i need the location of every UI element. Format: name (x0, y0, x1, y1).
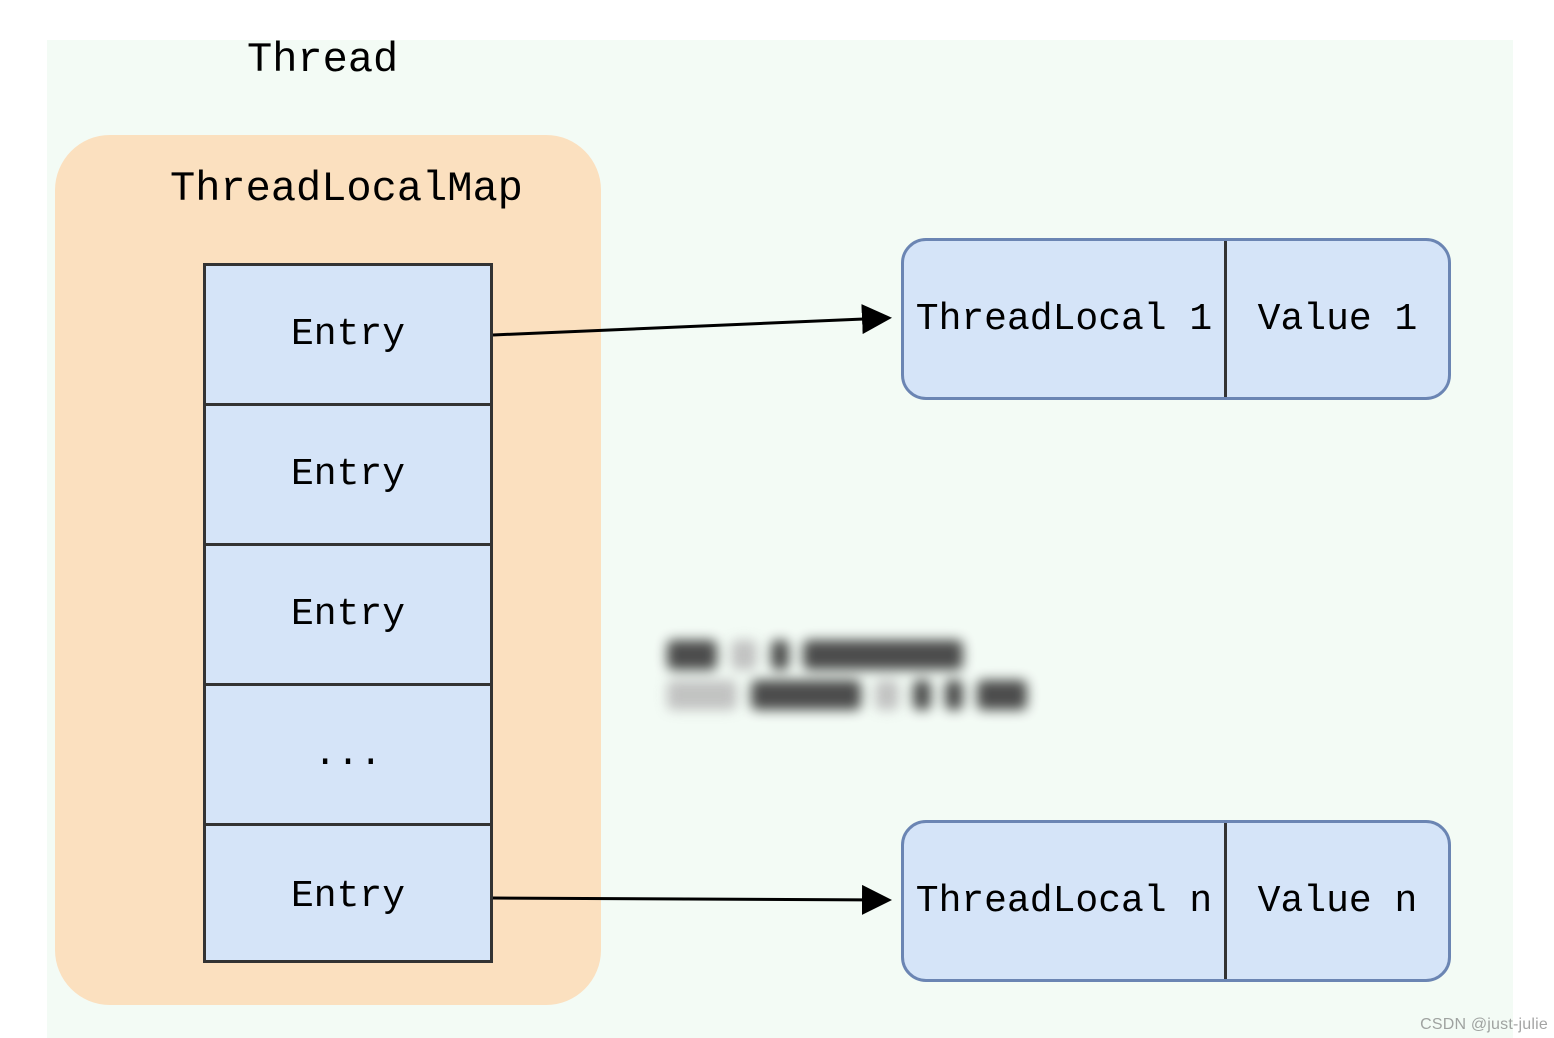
kv-pair: ThreadLocal n Value n (901, 820, 1451, 982)
entry-cell: Entry (206, 826, 490, 966)
kv-value: Value n (1227, 823, 1448, 979)
thread-title: Thread (247, 36, 398, 84)
entry-cell: Entry (206, 546, 490, 686)
obscured-watermark (667, 640, 1027, 710)
threadlocalmap-title: ThreadLocalMap (170, 165, 523, 213)
kv-pair: ThreadLocal 1 Value 1 (901, 238, 1451, 400)
diagram-canvas: Thread ThreadLocalMap Entry Entry Entry … (47, 40, 1513, 1038)
entry-table: Entry Entry Entry ... Entry (203, 263, 493, 963)
entry-cell: ... (206, 686, 490, 826)
thread-container: ThreadLocalMap Entry Entry Entry ... Ent… (55, 135, 601, 1005)
kv-key: ThreadLocal n (904, 823, 1227, 979)
entry-cell: Entry (206, 266, 490, 406)
csdn-watermark: CSDN @just-julie (1420, 1016, 1548, 1034)
kv-value: Value 1 (1227, 241, 1448, 397)
kv-key: ThreadLocal 1 (904, 241, 1227, 397)
entry-cell: Entry (206, 406, 490, 546)
